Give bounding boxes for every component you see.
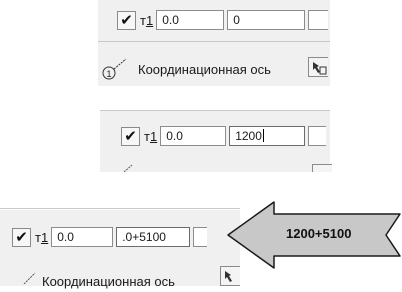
divider	[100, 110, 330, 111]
divider	[0, 208, 240, 209]
checkmark-icon: ✔	[15, 228, 28, 246]
point-label: т1	[35, 229, 49, 245]
coordinate-row-middle: ✔ т1 0.0 1200	[121, 126, 327, 146]
snap-cursor-icon[interactable]	[312, 164, 332, 172]
line-tool-icon	[123, 164, 133, 172]
z-coordinate-field[interactable]	[308, 10, 329, 30]
axis-label-top: Координационная ось	[138, 62, 271, 77]
x-coordinate-field[interactable]: 0.0	[51, 227, 114, 247]
callout-text: 1200+5100	[286, 226, 352, 241]
checkmark-icon: ✔	[120, 11, 133, 29]
y-coordinate-field[interactable]: .0+5100	[116, 227, 191, 247]
checkmark-icon: ✔	[124, 127, 137, 145]
line-tool-icon	[23, 272, 36, 284]
point-label: т1	[140, 12, 154, 28]
coordinate-row-top: ✔ т1 0.0 0	[117, 10, 329, 30]
x-coordinate-field[interactable]: 0.0	[160, 126, 227, 146]
divider	[98, 41, 330, 42]
y-coordinate-field[interactable]: 0	[227, 10, 306, 30]
point-label: т1	[144, 128, 158, 144]
point-marker-icon: 1	[102, 58, 127, 80]
z-coordinate-field[interactable]	[193, 227, 208, 247]
y-coordinate-field[interactable]: 1200	[229, 126, 306, 146]
svg-text:1: 1	[106, 69, 111, 79]
point-checkbox[interactable]: ✔	[12, 227, 31, 247]
axis-label-bottom: Координационная ось	[42, 274, 175, 289]
z-coordinate-field[interactable]	[308, 126, 327, 146]
snap-cursor-icon[interactable]	[308, 57, 328, 77]
x-coordinate-field[interactable]: 0.0	[156, 10, 225, 30]
coordinate-row-bottom: ✔ т1 0.0 .0+5100	[12, 227, 208, 247]
point-checkbox[interactable]: ✔	[117, 10, 136, 30]
point-checkbox[interactable]: ✔	[121, 126, 140, 146]
text-caret	[262, 129, 264, 142]
